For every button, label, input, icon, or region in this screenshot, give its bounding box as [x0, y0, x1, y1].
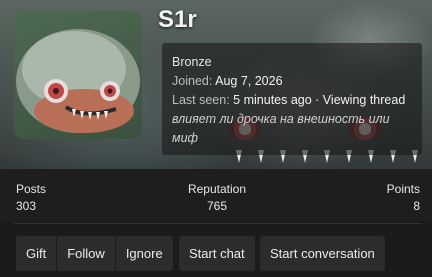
stat-posts[interactable]: Posts 303 — [16, 181, 46, 215]
joined-label: Joined: — [172, 74, 213, 88]
user-rank: Bronze — [172, 55, 212, 69]
start-conversation-button[interactable]: Start conversation — [260, 236, 385, 271]
profile-info-box: Bronze Joined: Aug 7, 2026 Last seen: 5 … — [162, 43, 422, 155]
username: S1r — [158, 6, 197, 33]
gift-button[interactable]: Gift — [16, 236, 58, 271]
joined-row: Joined: Aug 7, 2026 — [172, 72, 412, 91]
follow-button[interactable]: Follow — [57, 236, 116, 271]
last-seen-row: Last seen: 5 minutes ago · Viewing threa… — [172, 91, 412, 110]
piranha-avatar-image — [16, 29, 140, 133]
start-chat-wrapper: Start chat — [179, 236, 255, 271]
stats-bar: Posts 303 Reputation 765 Points 8 — [0, 169, 432, 221]
posts-label: Posts — [16, 182, 47, 196]
ignore-button[interactable]: Ignore — [115, 236, 173, 271]
start-chat-button[interactable]: Start chat — [179, 236, 255, 271]
start-conversation-wrapper: Start conversation — [260, 236, 385, 271]
points-label: Points — [386, 182, 420, 196]
stat-reputation: Reputation 765 — [186, 181, 248, 215]
divider — [14, 223, 422, 224]
reputation-label: Reputation — [187, 182, 247, 196]
joined-date: Aug 7, 2026 — [215, 74, 283, 88]
stat-points[interactable]: Points 8 — [387, 181, 420, 215]
points-value: 8 — [413, 199, 420, 213]
status-message: влияет ли дрочка на внешность или миф — [172, 112, 390, 145]
profile-action-group: Gift Follow Ignore — [16, 236, 173, 271]
last-seen-value[interactable]: 5 minutes ago · Viewing thread — [233, 93, 405, 107]
reputation-value: 765 — [206, 199, 228, 213]
avatar[interactable] — [14, 11, 142, 139]
last-seen-label: Last seen: — [172, 93, 230, 107]
posts-value: 303 — [16, 199, 37, 213]
